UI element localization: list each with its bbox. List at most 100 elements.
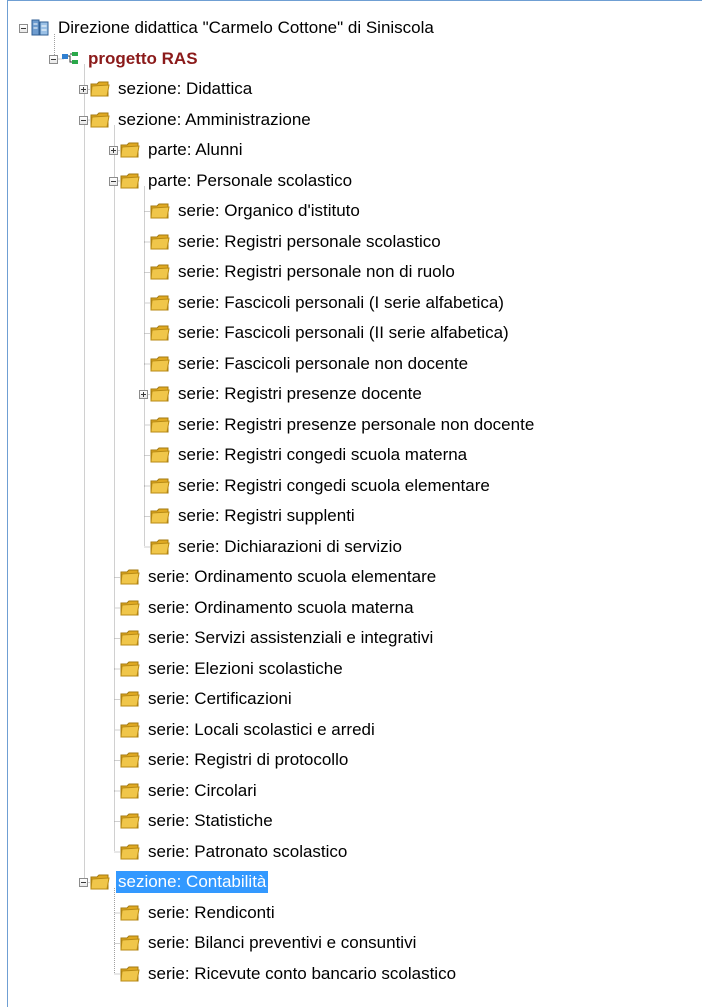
- folder-icon: [120, 721, 140, 739]
- node-label[interactable]: serie: Fascicoli personali (II serie alf…: [176, 322, 511, 344]
- selected-node-label[interactable]: sezione: Contabilità: [116, 871, 269, 893]
- node-label[interactable]: serie: Registri congedi scuola materna: [176, 444, 469, 466]
- folder-icon: [150, 355, 170, 373]
- node-label[interactable]: sezione: Didattica: [116, 78, 254, 100]
- tree-node[interactable]: sezione: Amministrazione: [78, 108, 702, 132]
- node-label[interactable]: serie: Elezioni scolastiche: [146, 658, 345, 680]
- node-label[interactable]: serie: Registri personale scolastico: [176, 231, 443, 253]
- tree-view[interactable]: Direzione didattica "Carmelo Cottone" di…: [0, 0, 702, 1007]
- node-label[interactable]: serie: Certificazioni: [146, 688, 294, 710]
- node-label[interactable]: serie: Ordinamento scuola materna: [146, 597, 416, 619]
- node-label[interactable]: serie: Locali scolastici e arredi: [146, 719, 377, 741]
- folder-icon: [150, 263, 170, 281]
- collapse-minus-icon[interactable]: [49, 54, 58, 64]
- node-label[interactable]: serie: Organico d'istituto: [176, 200, 362, 222]
- node-label[interactable]: serie: Ordinamento scuola elementare: [146, 566, 438, 588]
- folder-icon: [120, 904, 140, 922]
- node-label[interactable]: serie: Servizi assistenziali e integrati…: [146, 627, 435, 649]
- expand-plus-icon[interactable]: [79, 85, 88, 94]
- tree-node[interactable]: serie: Rendiconti: [108, 901, 702, 925]
- node-label[interactable]: serie: Registri presenze docente: [176, 383, 424, 405]
- folder-icon: [90, 111, 110, 129]
- tree-node[interactable]: serie: Locali scolastici e arredi: [108, 718, 702, 742]
- folder-icon: [120, 660, 140, 678]
- folder-icon: [150, 507, 170, 525]
- tree-node[interactable]: serie: Ricevute conto bancario scolastic…: [108, 962, 702, 986]
- folder-icon: [120, 782, 140, 800]
- tree-node[interactable]: sezione: Didattica: [78, 77, 702, 101]
- folder-icon: [150, 538, 170, 556]
- node-label[interactable]: progetto RAS: [86, 48, 200, 70]
- tree-node[interactable]: serie: Servizi assistenziali e integrati…: [108, 626, 702, 650]
- folder-icon: [120, 690, 140, 708]
- folder-icon: [150, 233, 170, 251]
- node-label[interactable]: serie: Registri congedi scuola elementar…: [176, 475, 492, 497]
- tree-node[interactable]: serie: Registri presenze docente: [138, 382, 702, 406]
- tree-node[interactable]: parte: Alunni: [108, 138, 702, 162]
- folder-icon: [120, 599, 140, 617]
- node-label[interactable]: serie: Registri personale non di ruolo: [176, 261, 457, 283]
- node-label[interactable]: serie: Registri supplenti: [176, 505, 357, 527]
- folder-icon: [150, 324, 170, 342]
- tree-node[interactable]: serie: Circolari: [108, 779, 702, 803]
- tree-node[interactable]: serie: Ordinamento scuola elementare: [108, 565, 702, 589]
- node-label[interactable]: serie: Fascicoli personale non docente: [176, 353, 470, 375]
- tree-node[interactable]: serie: Patronato scolastico: [108, 840, 702, 864]
- tree-node[interactable]: serie: Registri presenze personale non d…: [138, 413, 702, 437]
- tree-node[interactable]: serie: Dichiarazioni di servizio: [138, 535, 702, 559]
- folder-icon: [90, 873, 110, 891]
- tree-node[interactable]: sezione: Contabilità: [78, 870, 702, 894]
- collapse-minus-icon[interactable]: [79, 878, 88, 887]
- collapse-minus-icon[interactable]: [79, 115, 88, 125]
- collapse-minus-icon[interactable]: [19, 24, 28, 33]
- tree-node[interactable]: serie: Fascicoli personali (II serie alf…: [138, 321, 702, 345]
- tree-node[interactable]: serie: Ordinamento scuola materna: [108, 596, 702, 620]
- folder-icon: [150, 477, 170, 495]
- tree-node[interactable]: serie: Certificazioni: [108, 687, 702, 711]
- node-label[interactable]: serie: Bilanci preventivi e consuntivi: [146, 932, 418, 954]
- tree-node[interactable]: serie: Registri personale scolastico: [138, 230, 702, 254]
- node-label[interactable]: parte: Personale scolastico: [146, 170, 354, 192]
- folder-icon: [150, 385, 170, 403]
- tree-node[interactable]: serie: Statistiche: [108, 809, 702, 833]
- node-label[interactable]: serie: Dichiarazioni di servizio: [176, 536, 404, 558]
- expand-plus-icon[interactable]: [139, 390, 148, 399]
- tree-node[interactable]: parte: Personale scolastico: [108, 169, 702, 193]
- folder-icon: [120, 965, 140, 983]
- tree-node[interactable]: serie: Elezioni scolastiche: [108, 657, 702, 681]
- folder-icon: [120, 568, 140, 586]
- tree-node[interactable]: serie: Registri supplenti: [138, 504, 702, 528]
- folder-icon: [120, 172, 140, 190]
- node-label[interactable]: serie: Rendiconti: [146, 902, 277, 924]
- folder-icon: [150, 294, 170, 312]
- node-label[interactable]: serie: Fascicoli personali (I serie alfa…: [176, 292, 506, 314]
- archive-icon: [30, 19, 50, 37]
- tree-node[interactable]: progetto RAS: [48, 47, 702, 71]
- collapse-minus-icon[interactable]: [109, 176, 118, 186]
- node-label[interactable]: serie: Registri presenze personale non d…: [176, 414, 536, 436]
- tree-node[interactable]: serie: Registri di protocollo: [108, 748, 702, 772]
- folder-icon: [150, 446, 170, 464]
- tree-node[interactable]: serie: Fascicoli personale non docente: [138, 352, 702, 376]
- tree-node[interactable]: serie: Registri congedi scuola materna: [138, 443, 702, 467]
- folder-icon: [150, 202, 170, 220]
- tree-node[interactable]: serie: Fascicoli personali (I serie alfa…: [138, 291, 702, 315]
- folder-icon: [120, 629, 140, 647]
- node-label[interactable]: serie: Registri di protocollo: [146, 749, 350, 771]
- tree-node[interactable]: serie: Registri personale non di ruolo: [138, 260, 702, 284]
- tree-node[interactable]: Direzione didattica "Carmelo Cottone" di…: [18, 16, 702, 40]
- node-label[interactable]: serie: Circolari: [146, 780, 259, 802]
- node-label[interactable]: parte: Alunni: [146, 139, 245, 161]
- folder-icon: [120, 812, 140, 830]
- folder-icon: [150, 416, 170, 434]
- node-label[interactable]: Direzione didattica "Carmelo Cottone" di…: [56, 17, 436, 39]
- node-label[interactable]: serie: Statistiche: [146, 810, 275, 832]
- node-label[interactable]: serie: Ricevute conto bancario scolastic…: [146, 963, 458, 985]
- node-label[interactable]: serie: Patronato scolastico: [146, 841, 349, 863]
- tree-node[interactable]: serie: Organico d'istituto: [138, 199, 702, 223]
- expand-plus-icon[interactable]: [109, 146, 118, 155]
- node-label[interactable]: sezione: Amministrazione: [116, 109, 313, 131]
- folder-icon: [120, 751, 140, 769]
- tree-node[interactable]: serie: Bilanci preventivi e consuntivi: [108, 931, 702, 955]
- tree-node[interactable]: serie: Registri congedi scuola elementar…: [138, 474, 702, 498]
